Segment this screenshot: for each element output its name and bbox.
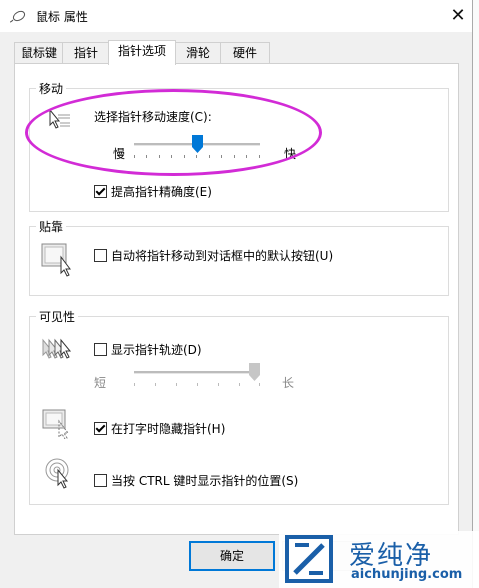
trails-slider[interactable] <box>134 363 260 393</box>
mouse-icon <box>10 10 26 23</box>
tab-label: 滑轮 <box>185 46 210 60</box>
tab-buttons[interactable]: 鼠标键 <box>14 42 64 64</box>
show-location-ctrl-label: 当按 CTRL 键时显示指针的位置(S) <box>111 474 299 488</box>
short-label: 短 <box>94 376 107 390</box>
watermark-logo-icon <box>285 535 333 583</box>
tab-label: 指针选项 <box>117 44 166 58</box>
slider-track <box>134 371 260 374</box>
watermark-url: aichunjing.com <box>351 567 463 582</box>
close-button[interactable]: ✕ <box>446 4 470 28</box>
tab-label: 硬件 <box>232 46 257 60</box>
precision-label: 提高指针精确度(E) <box>111 185 212 199</box>
tab-label: 鼠标键 <box>20 46 57 60</box>
snap-group-title: 贴靠 <box>36 218 67 235</box>
watermark: 爱纯净 aichunjing.com <box>279 531 479 588</box>
long-label: 长 <box>282 376 295 390</box>
slider-tick <box>176 383 177 386</box>
pointer-trails-icon <box>42 338 72 359</box>
slider-tick <box>155 383 156 386</box>
mouse-properties-dialog: 鼠标 属性 ✕ 鼠标键 指针 指针选项 滑轮 硬件 移动 选择指针移动速度(C)… <box>0 0 473 588</box>
title-bar: 鼠标 属性 ✕ <box>0 0 472 32</box>
show-location-ctrl-checkbox[interactable] <box>94 474 107 487</box>
slider-tick <box>239 383 240 386</box>
slider-thumb[interactable] <box>249 363 260 381</box>
snap-checkbox[interactable] <box>94 249 107 262</box>
tab-hardware[interactable]: 硬件 <box>220 42 270 64</box>
background-window-strip <box>472 0 479 588</box>
window-title: 鼠标 属性 <box>36 10 88 24</box>
hide-while-typing-label: 在打字时隐藏指针(H) <box>111 422 226 436</box>
hide-while-typing-checkbox[interactable] <box>94 422 107 435</box>
motion-group-title: 移动 <box>36 80 67 97</box>
snap-label: 自动将指针移动到对话框中的默认按钮(U) <box>111 249 334 263</box>
ok-button[interactable]: 确定 <box>189 541 275 571</box>
tab-wheel[interactable]: 滑轮 <box>174 42 222 64</box>
close-icon: ✕ <box>450 5 466 26</box>
snap-to-icon <box>41 243 71 277</box>
tab-pointer-options[interactable]: 指针选项 <box>108 40 176 65</box>
visibility-group-title: 可见性 <box>36 308 79 325</box>
ok-button-label: 确定 <box>219 549 244 563</box>
tab-pointers[interactable]: 指针 <box>62 42 110 64</box>
highlight-ellipse <box>25 89 322 176</box>
slider-tick <box>134 383 135 386</box>
hide-pointer-icon <box>42 409 69 439</box>
snap-to-group: 贴靠 自动将指针移动到对话框中的默认按钮(U) <box>29 218 449 296</box>
precision-checkbox[interactable] <box>94 185 107 198</box>
locate-pointer-icon <box>45 458 69 489</box>
slider-tick <box>197 383 198 386</box>
trails-label: 显示指针轨迹(D) <box>111 343 202 357</box>
tab-label: 指针 <box>73 46 98 60</box>
trails-checkbox[interactable] <box>94 343 107 356</box>
slider-tick <box>259 383 260 386</box>
slider-tick <box>218 383 219 386</box>
visibility-group: 可见性 显示指针轨迹(D) 短 长 在打字时隐藏指针(H) 当按 CTRL 键时… <box>29 308 449 505</box>
